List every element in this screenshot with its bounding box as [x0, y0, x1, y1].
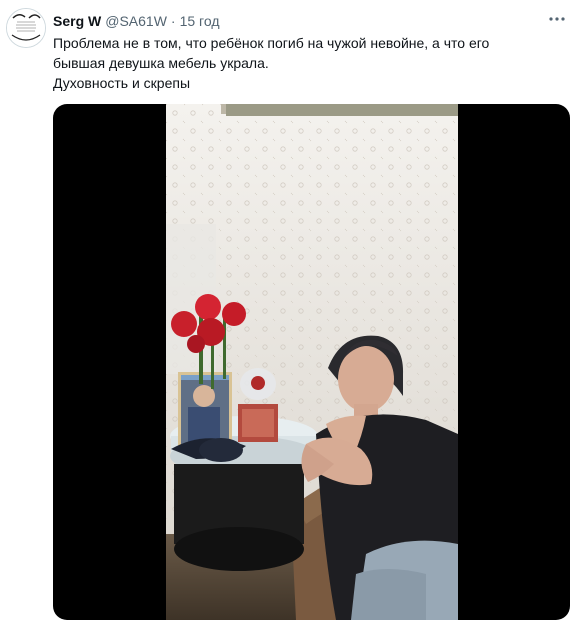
tweet-header: Serg W @SA61W · 15 год: [53, 11, 563, 31]
video-frame: [166, 104, 458, 620]
tweet-video[interactable]: [53, 104, 570, 620]
tweet-text-line: бывшая девушка мебель украла.: [53, 55, 269, 71]
avatar[interactable]: [6, 8, 46, 48]
more-dots-icon[interactable]: [545, 10, 569, 28]
avatar-image: [7, 9, 45, 47]
separator-dot: ·: [170, 13, 176, 29]
tweet-text-line: Духовность и скрепы: [53, 75, 191, 91]
author-name[interactable]: Serg W: [53, 13, 101, 29]
tweet-timestamp[interactable]: 15 год: [180, 13, 220, 29]
tweet-text: Проблема не в том, что ребёнок погиб на …: [53, 33, 553, 93]
author-handle[interactable]: @SA61W: [105, 13, 167, 29]
tweet-text-line: Проблема не в том, что ребёнок погиб на …: [53, 35, 490, 51]
